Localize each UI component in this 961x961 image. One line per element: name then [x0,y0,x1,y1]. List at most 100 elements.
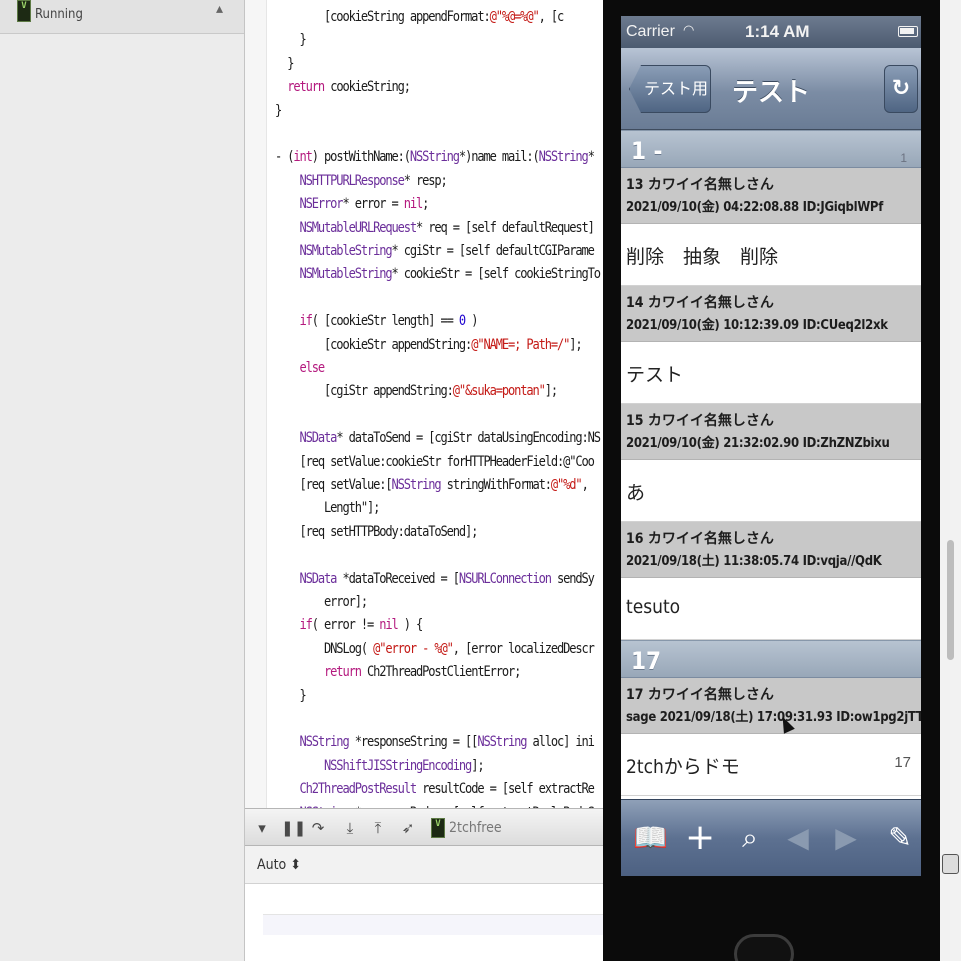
code-line[interactable]: [req setValue:cookieStr forHTTPHeaderFie… [275,455,595,469]
post-body: tesuto [621,578,921,640]
console-row [263,915,603,935]
previous-icon[interactable]: ◀ [783,820,813,856]
post-author: 15 カワイイ名無しさん [626,413,774,429]
device-icon[interactable]: ▴ [216,0,232,20]
code-line[interactable]: if( [cookieStr length] == 0 ) [275,314,479,328]
post-meta: sage 2021/09/18(土) 17:09:31.93 ID:ow1pg2… [626,710,921,725]
code-line[interactable]: } [275,689,307,703]
code-line[interactable]: [cookieStr appendString:@"NAME=; Path=/"… [275,338,583,352]
code-line[interactable]: [req setValue:[NSString stringWithFormat… [275,478,589,492]
post-author: 13 カワイイ名無しさん [626,177,774,193]
post-body: 2tchからドモ 17 [621,734,921,796]
post-author: 17 カワイイ名無しさん [626,687,774,703]
post-header: 15 カワイイ名無しさん 2021/09/10(金) 21:32:02.90 I… [621,404,921,460]
scheme-row[interactable]: V Running ▴ [0,0,244,34]
run-status: Running [35,7,83,22]
code-line[interactable]: NSMutableString* cookieStr = [self cooki… [275,267,602,281]
target-icon: V [431,818,445,838]
hide-debug-area-icon[interactable]: ▾ [253,818,271,838]
debug-bar: ▾ ❚❚ ↷ ⤓ ⤒ ➶ V 2tchfree [245,808,605,846]
code-line[interactable]: [cgiStr appendString:@"&suka=pontan"]; [275,384,558,398]
post-author: 14 カワイイ名無しさん [626,295,774,311]
code-editor[interactable]: [cookieString appendFormat:@"%@=%@", [c … [245,0,603,808]
home-button[interactable] [734,934,794,961]
section-count: 1 [900,151,907,165]
refresh-button[interactable]: ↻ [884,65,918,113]
post-header: 13 カワイイ名無しさん 2021/09/10(金) 04:22:08.88 I… [621,168,921,224]
carrier-label: Carrier [626,23,675,40]
bookmarks-icon[interactable]: 📖 [633,820,668,856]
code-line[interactable]: return Ch2ThreadPostClientError; [275,665,521,679]
clock: 1:14 AM [745,22,810,41]
target-name: 2tchfree [449,820,502,836]
code-line[interactable]: Length"]; [275,501,380,515]
code-line[interactable]: NSError* error = nil; [275,197,430,211]
code-line[interactable]: NSHTTPURLResponse* resp; [275,174,448,188]
post-header: 16 カワイイ名無しさん 2021/09/18(土) 11:38:05.74 I… [621,522,921,578]
app-icon: V [17,0,31,22]
post-text: 削除 抽象 削除 [626,246,779,268]
post-body: テスト [621,342,921,404]
search-icon[interactable]: ⌕ [735,820,765,856]
post-header: 14 カワイイ名無しさん 2021/09/10(金) 10:12:39.09 I… [621,286,921,342]
post-header: 17 カワイイ名無しさん sage 2021/09/18(土) 17:09:31… [621,678,921,734]
post-author: 16 カワイイ名無しさん [626,531,774,547]
ios-status-bar: Carrier ◠ 1:14 AM [621,16,921,48]
code-line[interactable]: } [275,104,282,118]
code-line[interactable]: [cookieString appendFormat:@"%@=%@", [c [275,10,564,24]
wifi-icon: ◠ [683,22,695,37]
code-line[interactable]: Ch2ThreadPostResult resultCode = [self e… [275,782,595,796]
variables-bar: Auto ⬍ [245,846,605,884]
back-button[interactable]: テスト用野原 [629,65,711,113]
code-line[interactable]: - (int) postWithName:(NSString*)name mai… [275,150,595,164]
simulator-screen[interactable]: Carrier ◠ 1:14 AM テスト用野原 テスト ↻ 1 - 1 13 … [621,16,921,876]
add-icon[interactable]: + [685,820,715,856]
scroll-button[interactable] [942,854,959,874]
nav-title: テスト [731,78,811,108]
location-icon[interactable]: ➶ [399,818,417,838]
code-line[interactable]: NSMutableURLRequest* req = [self default… [275,221,595,235]
editor-gutter [245,0,267,808]
post-body: あ [621,460,921,522]
code-line[interactable]: error]; [275,595,368,609]
compose-icon[interactable]: ✎ [885,820,915,856]
section-header: 17 [621,640,921,678]
code-line[interactable]: } [275,33,307,47]
auto-scope-select[interactable]: Auto ⬍ [257,857,301,873]
post-number: 17 [894,754,911,771]
post-meta: 2021/09/10(金) 21:32:02.90 ID:ZhZNZbixu [626,436,890,451]
scrollbar-thumb[interactable] [947,540,954,660]
step-out-icon[interactable]: ⤒ [369,818,387,838]
pause-icon[interactable]: ❚❚ [281,818,306,838]
post-meta: 2021/09/18(土) 11:38:05.74 ID:vqja//QdK [626,554,882,569]
code-line[interactable]: NSShiftJISStringEncoding]; [275,759,485,773]
code-line[interactable]: } [275,57,294,71]
step-over-icon[interactable]: ↷ [309,818,327,838]
navigator-sidebar: V Running ▴ [0,0,245,961]
console-area[interactable] [245,884,605,961]
post-text: あ [626,482,646,504]
section-label: 17 [631,647,662,675]
bottom-toolbar: 📖 + ⌕ ◀ ▶ ✎ [621,799,921,876]
code-line[interactable]: NSString *responseString = [[NSString al… [275,735,595,749]
code-line[interactable]: NSMutableString* cgiStr = [self defaultC… [275,244,595,258]
navigation-bar: テスト用野原 テスト ↻ [621,48,921,130]
post-text: tesuto [626,596,681,618]
post-text: 2tchからドモ [626,756,740,778]
code-line[interactable]: DNSLog( @"error - %@", [error localizedD… [275,642,595,656]
code-line[interactable]: NSData* dataToSend = [cgiStr dataUsingEn… [275,431,602,445]
post-text: テスト [626,364,684,386]
battery-icon [898,26,918,37]
code-line[interactable]: return cookieString; [275,80,411,94]
post-meta: 2021/09/10(金) 10:12:39.09 ID:CUeq2l2xk [626,318,888,333]
section-label: 1 - [631,137,663,165]
next-icon[interactable]: ▶ [831,820,861,856]
code-line[interactable]: NSData *dataToReceived = [NSURLConnectio… [275,572,595,586]
step-into-icon[interactable]: ⤓ [341,818,359,838]
post-meta: 2021/09/10(金) 04:22:08.88 ID:JGiqblWPf [626,200,883,215]
code-line[interactable]: [req setHTTPBody:dataToSend]; [275,525,479,539]
code-line[interactable]: if( error != nil ) { [275,618,424,632]
window-scrollbar[interactable] [940,0,961,961]
code-line[interactable]: else [275,361,326,375]
post-body: 削除 抽象 削除 [621,224,921,286]
